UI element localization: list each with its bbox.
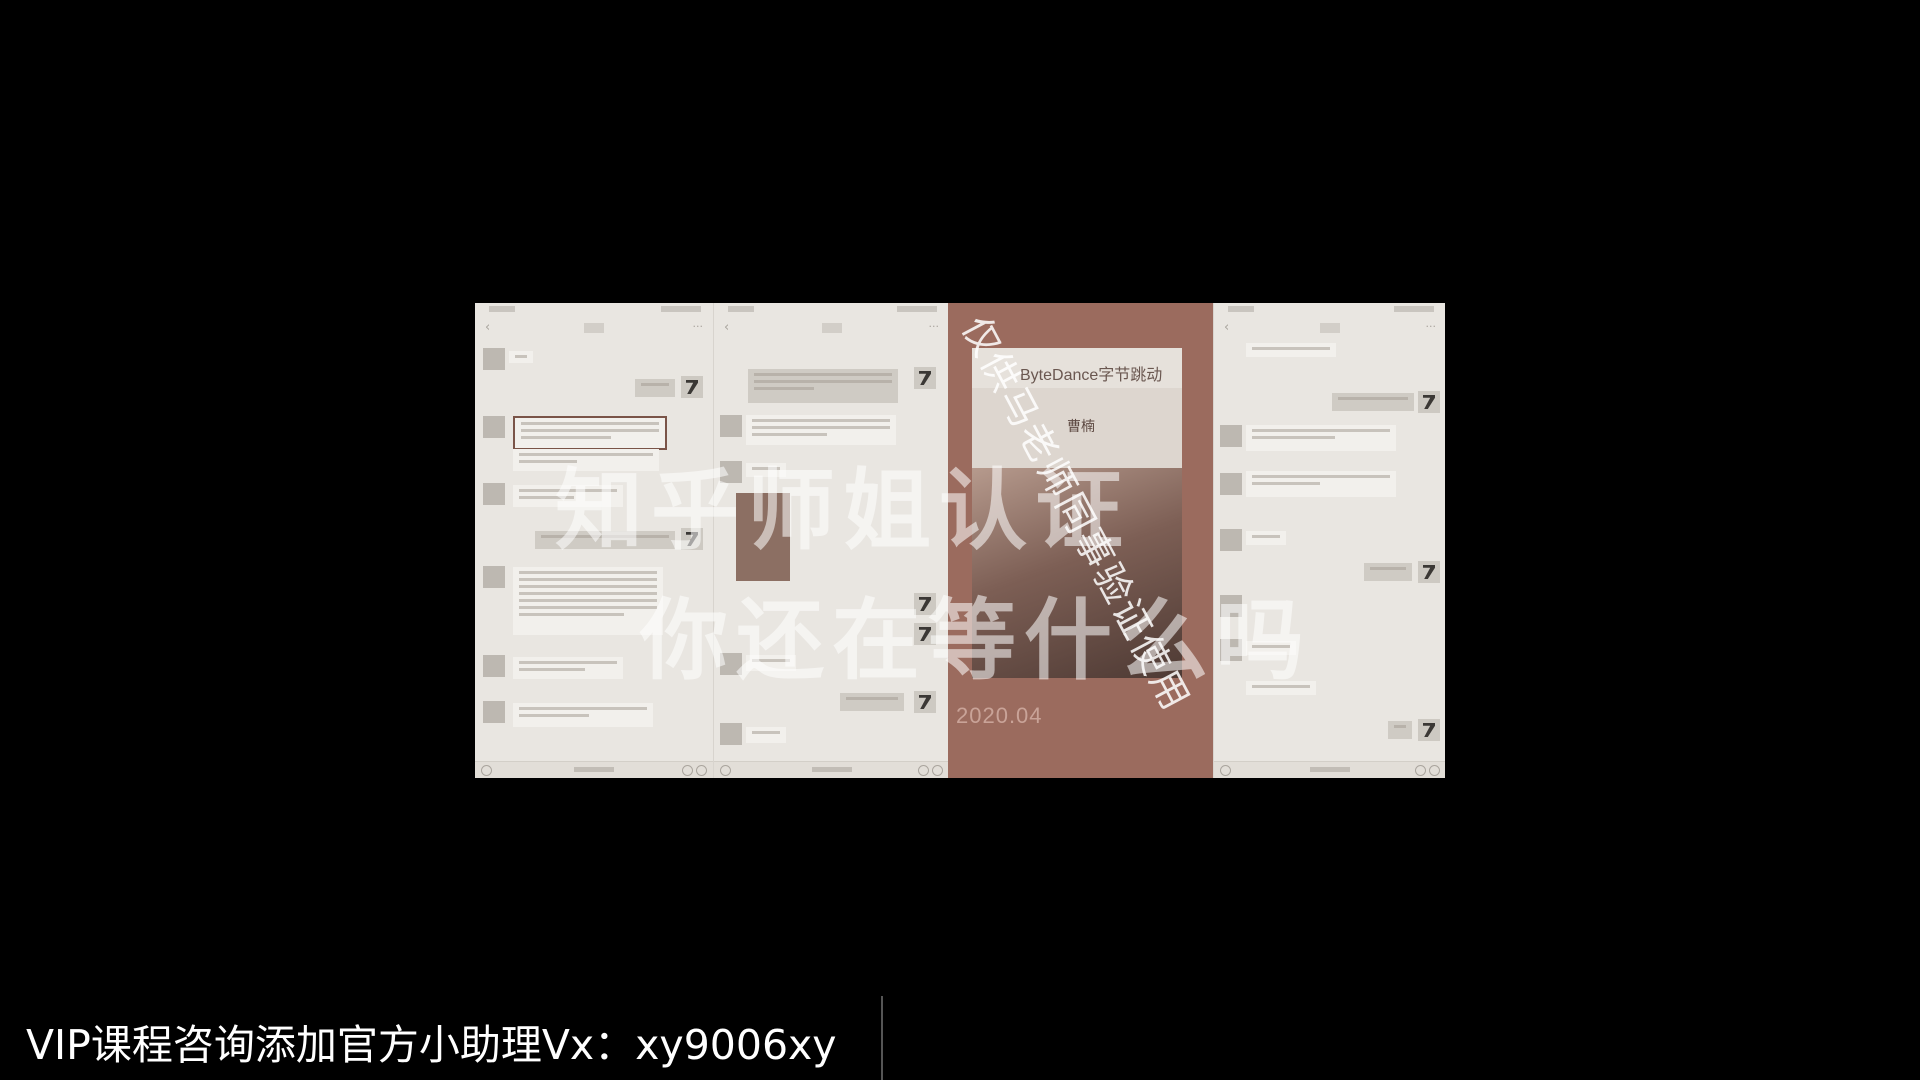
chat-bubble <box>513 657 623 679</box>
status-bar <box>1214 303 1445 315</box>
chat-bubble <box>1246 531 1286 545</box>
avatar <box>1220 473 1242 495</box>
avatar <box>483 566 505 588</box>
avatar <box>681 376 703 398</box>
chat-bubble <box>1388 721 1412 739</box>
avatar <box>1220 425 1242 447</box>
plus-icon <box>696 765 707 776</box>
status-bar <box>475 303 713 315</box>
voice-icon <box>481 765 492 776</box>
nav-bar: ‹ ··· <box>475 317 713 339</box>
promo-caption: VIP课程咨询添加官方小助理Vx：xy9006xy <box>26 1021 837 1069</box>
back-arrow-icon: ‹ <box>724 320 730 335</box>
avatar <box>483 416 505 438</box>
back-arrow-icon: ‹ <box>1224 320 1230 335</box>
avatar <box>914 367 936 389</box>
badge-name: 曹楠 <box>1067 419 1095 435</box>
avatar <box>1220 529 1242 551</box>
badge-date: 2020.04 <box>956 703 1043 728</box>
more-icon: ··· <box>928 320 940 333</box>
badge-brand: ByteDance字节跳动 <box>1020 367 1163 384</box>
chat-title-redacted <box>821 323 842 333</box>
overlay-headline-2: 你还在等什么吗 <box>640 589 1313 692</box>
voice-icon <box>720 765 731 776</box>
avatar <box>483 348 505 370</box>
emoji-icon <box>682 765 693 776</box>
avatar <box>1418 561 1440 583</box>
avatar <box>1418 719 1440 741</box>
emoji-icon <box>918 765 929 776</box>
caption-divider <box>881 996 883 1080</box>
chat-title-redacted <box>584 323 604 333</box>
chat-bubble <box>1246 343 1336 357</box>
chat-input-toolbar <box>1214 761 1445 778</box>
chat-bubble <box>635 379 675 397</box>
chat-bubble <box>509 351 533 363</box>
nav-bar: ‹ ··· <box>1214 317 1445 339</box>
back-arrow-icon: ‹ <box>485 320 491 335</box>
avatar <box>720 415 742 437</box>
nav-bar: ‹ ··· <box>714 317 949 339</box>
chat-bubble <box>1364 563 1412 581</box>
avatar <box>1418 391 1440 413</box>
voice-icon <box>1220 765 1231 776</box>
chat-screen-4: ‹ ··· <box>1213 303 1445 778</box>
emoji-icon <box>1415 765 1426 776</box>
plus-icon <box>932 765 943 776</box>
chat-bubble <box>748 369 898 403</box>
chat-bubble <box>1246 471 1396 497</box>
more-icon: ··· <box>1425 320 1437 333</box>
chat-bubble <box>746 727 786 743</box>
avatar <box>483 701 505 723</box>
more-icon: ··· <box>692 320 704 333</box>
chat-bubble <box>1246 425 1396 451</box>
status-bar <box>714 303 949 315</box>
chat-bubble <box>1332 393 1414 411</box>
chat-input-toolbar <box>714 761 949 778</box>
avatar <box>720 723 742 745</box>
chat-input-toolbar <box>475 761 713 778</box>
plus-icon <box>1429 765 1440 776</box>
avatar <box>483 483 505 505</box>
chat-title-redacted <box>1320 323 1340 333</box>
video-frame: ‹ ··· ‹ ··· ByteDance字节跳动 曹楠 2020.04 ‹ ·… <box>0 0 1920 1080</box>
chat-bubble <box>513 703 653 727</box>
avatar <box>483 655 505 677</box>
